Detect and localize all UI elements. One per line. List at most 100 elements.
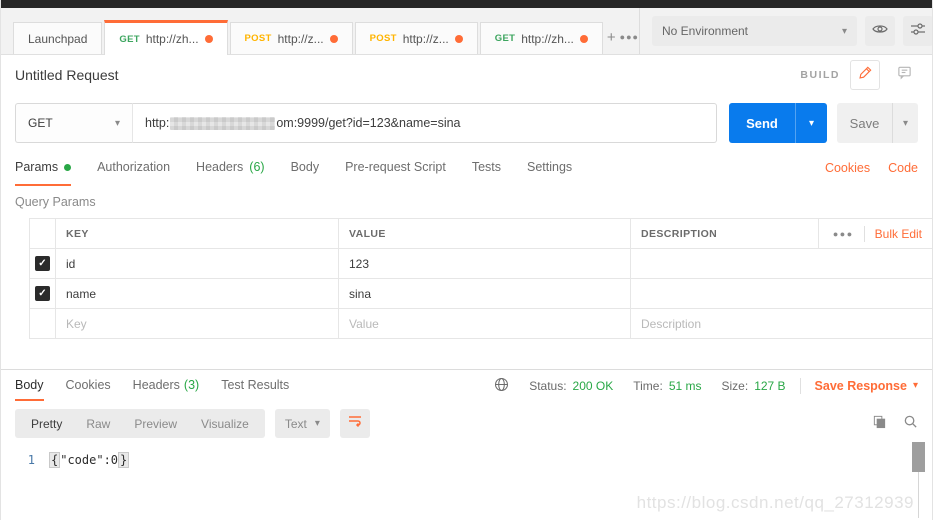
request-header-actions: BUILD	[800, 60, 918, 90]
tab-prerequest-label: Pre-request Script	[345, 160, 446, 174]
response-tab-body-label: Body	[15, 377, 44, 392]
param-value-field[interactable]: sina	[339, 279, 631, 308]
request-tab-bar: Launchpad GET http://zh... POST http://z…	[1, 8, 932, 55]
new-tab-button[interactable]: +	[607, 23, 616, 51]
bulk-edit-link[interactable]: Bulk Edit	[875, 227, 922, 241]
row-checkbox-checked[interactable]: ✓	[35, 256, 50, 271]
code-link[interactable]: Code	[888, 161, 918, 175]
tab-request-3[interactable]: POST http://z...	[354, 22, 478, 54]
tab-prerequest-script[interactable]: Pre-request Script	[345, 150, 446, 186]
tab-launchpad[interactable]: Launchpad	[13, 22, 103, 54]
http-method-select[interactable]: GET ▾	[15, 103, 133, 143]
send-button[interactable]: Send	[729, 103, 795, 143]
tab-tests[interactable]: Tests	[472, 150, 501, 186]
environment-quick-look-button[interactable]	[864, 16, 895, 46]
view-mode-pretty[interactable]: Pretty	[19, 417, 74, 431]
view-mode-visualize[interactable]: Visualize	[189, 417, 261, 431]
sliders-icon	[910, 21, 926, 42]
param-value-field-placeholder[interactable]: Value	[339, 309, 631, 338]
method-badge: GET	[119, 33, 140, 45]
chevron-down-icon: ▾	[902, 117, 909, 129]
save-options-button[interactable]: ▾	[892, 103, 918, 143]
scrollbar-thumb[interactable]	[912, 442, 925, 472]
tab-request-2[interactable]: POST http://z...	[229, 22, 353, 54]
edit-request-button[interactable]	[850, 60, 880, 90]
param-checkbox-cell: ✓	[30, 249, 56, 278]
view-mode-raw[interactable]: Raw	[74, 417, 122, 431]
request-title[interactable]: Untitled Request	[15, 67, 119, 83]
environment-select[interactable]: No Environment ▾	[651, 16, 857, 46]
save-button-group: Save ▾	[837, 103, 918, 143]
tab-settings[interactable]: Settings	[527, 150, 572, 186]
response-tab-cookies[interactable]: Cookies	[66, 370, 111, 401]
tab-options-button[interactable]: ●●●	[620, 23, 639, 51]
param-value-field[interactable]: 123	[339, 249, 631, 278]
param-key-field[interactable]: id	[56, 249, 339, 278]
search-icon[interactable]	[903, 414, 918, 434]
save-button[interactable]: Save	[837, 103, 892, 143]
row-checkbox-checked[interactable]: ✓	[35, 286, 50, 301]
environment-settings-button[interactable]	[902, 16, 932, 46]
unsaved-dot-icon	[454, 34, 463, 43]
format-select[interactable]: Text ▾	[274, 409, 330, 438]
close-brace: }	[118, 452, 130, 468]
response-section: Body Cookies Headers (3) Test Results St…	[1, 369, 932, 518]
copy-icon[interactable]	[872, 414, 887, 434]
response-code-line: 1 {"code":0}	[1, 446, 932, 468]
response-tab-test-results-label: Test Results	[221, 377, 290, 392]
line-number: 1	[27, 453, 35, 467]
response-body: 1 {"code":0} https://blog.csdn.net/qq_27…	[1, 442, 932, 518]
send-button-group: Send ▾	[729, 103, 827, 143]
tab-request-1-active[interactable]: GET http://zh...	[104, 20, 228, 55]
url-input[interactable]: http: om:9999/get?id=123&name=sina	[133, 103, 717, 143]
divider	[863, 225, 865, 242]
cookies-link[interactable]: Cookies	[825, 161, 870, 175]
more-options-button[interactable]: ●●●	[833, 229, 854, 239]
comments-button[interactable]	[890, 61, 918, 89]
tab-authorization-label: Authorization	[97, 160, 171, 174]
response-json[interactable]: {"code":0}	[49, 452, 130, 468]
tab-request-4[interactable]: GET http://zh...	[479, 22, 603, 54]
response-tab-body[interactable]: Body	[15, 370, 44, 401]
tab-authorization[interactable]: Authorization	[97, 150, 170, 186]
watermark-text: https://blog.csdn.net/qq_27312939	[636, 493, 914, 512]
table-header-actions: ●●● Bulk Edit	[817, 219, 922, 248]
response-tabs: Body Cookies Headers (3) Test Results St…	[1, 370, 932, 401]
save-response-button[interactable]: Save Response	[815, 379, 907, 393]
tab-headers[interactable]: Headers (6)	[196, 150, 265, 186]
method-badge: GET	[494, 33, 516, 44]
environment-selected-label: No Environment	[661, 24, 749, 38]
pencil-icon	[858, 65, 873, 85]
param-description-field-placeholder[interactable]: Description	[631, 309, 932, 338]
param-description-field[interactable]	[631, 249, 932, 278]
open-brace: {	[49, 452, 61, 468]
globe-icon[interactable]	[494, 377, 509, 395]
param-key-field[interactable]: name	[56, 279, 339, 308]
view-mode-preview[interactable]: Preview	[122, 417, 189, 431]
param-row: ✓ name sina	[30, 279, 932, 309]
send-options-button[interactable]: ▾	[795, 103, 827, 143]
column-header-value: VALUE	[339, 219, 631, 248]
tab-params-label: Params	[15, 160, 59, 174]
spacer	[1, 339, 932, 369]
params-table-header-row: KEY VALUE DESCRIPTION ●●● Bulk Edit	[30, 219, 932, 249]
size-value: 127 B	[754, 378, 786, 393]
headers-count-badge: (6)	[249, 160, 265, 174]
response-tab-cookies-label: Cookies	[65, 377, 111, 392]
tab-label: http://zh...	[145, 32, 199, 46]
divider	[799, 377, 801, 394]
tab-body[interactable]: Body	[291, 150, 320, 186]
time-value: 51 ms	[668, 378, 702, 393]
method-badge: POST	[369, 33, 397, 44]
wrap-text-icon	[347, 413, 363, 434]
url-suffix: om:9999/get?id=123&name=sina	[276, 116, 461, 130]
param-description-field[interactable]	[631, 279, 932, 308]
param-row: ✓ id 123	[30, 249, 932, 279]
tab-params[interactable]: Params	[15, 150, 72, 186]
wrap-text-button[interactable]	[339, 409, 370, 438]
param-key-field-placeholder[interactable]: Key	[56, 309, 339, 338]
response-tab-headers[interactable]: Headers (3)	[133, 370, 200, 401]
response-tab-test-results[interactable]: Test Results	[221, 370, 289, 401]
param-checkbox-cell: ✓	[30, 279, 56, 308]
http-method-selected: GET	[28, 116, 53, 130]
